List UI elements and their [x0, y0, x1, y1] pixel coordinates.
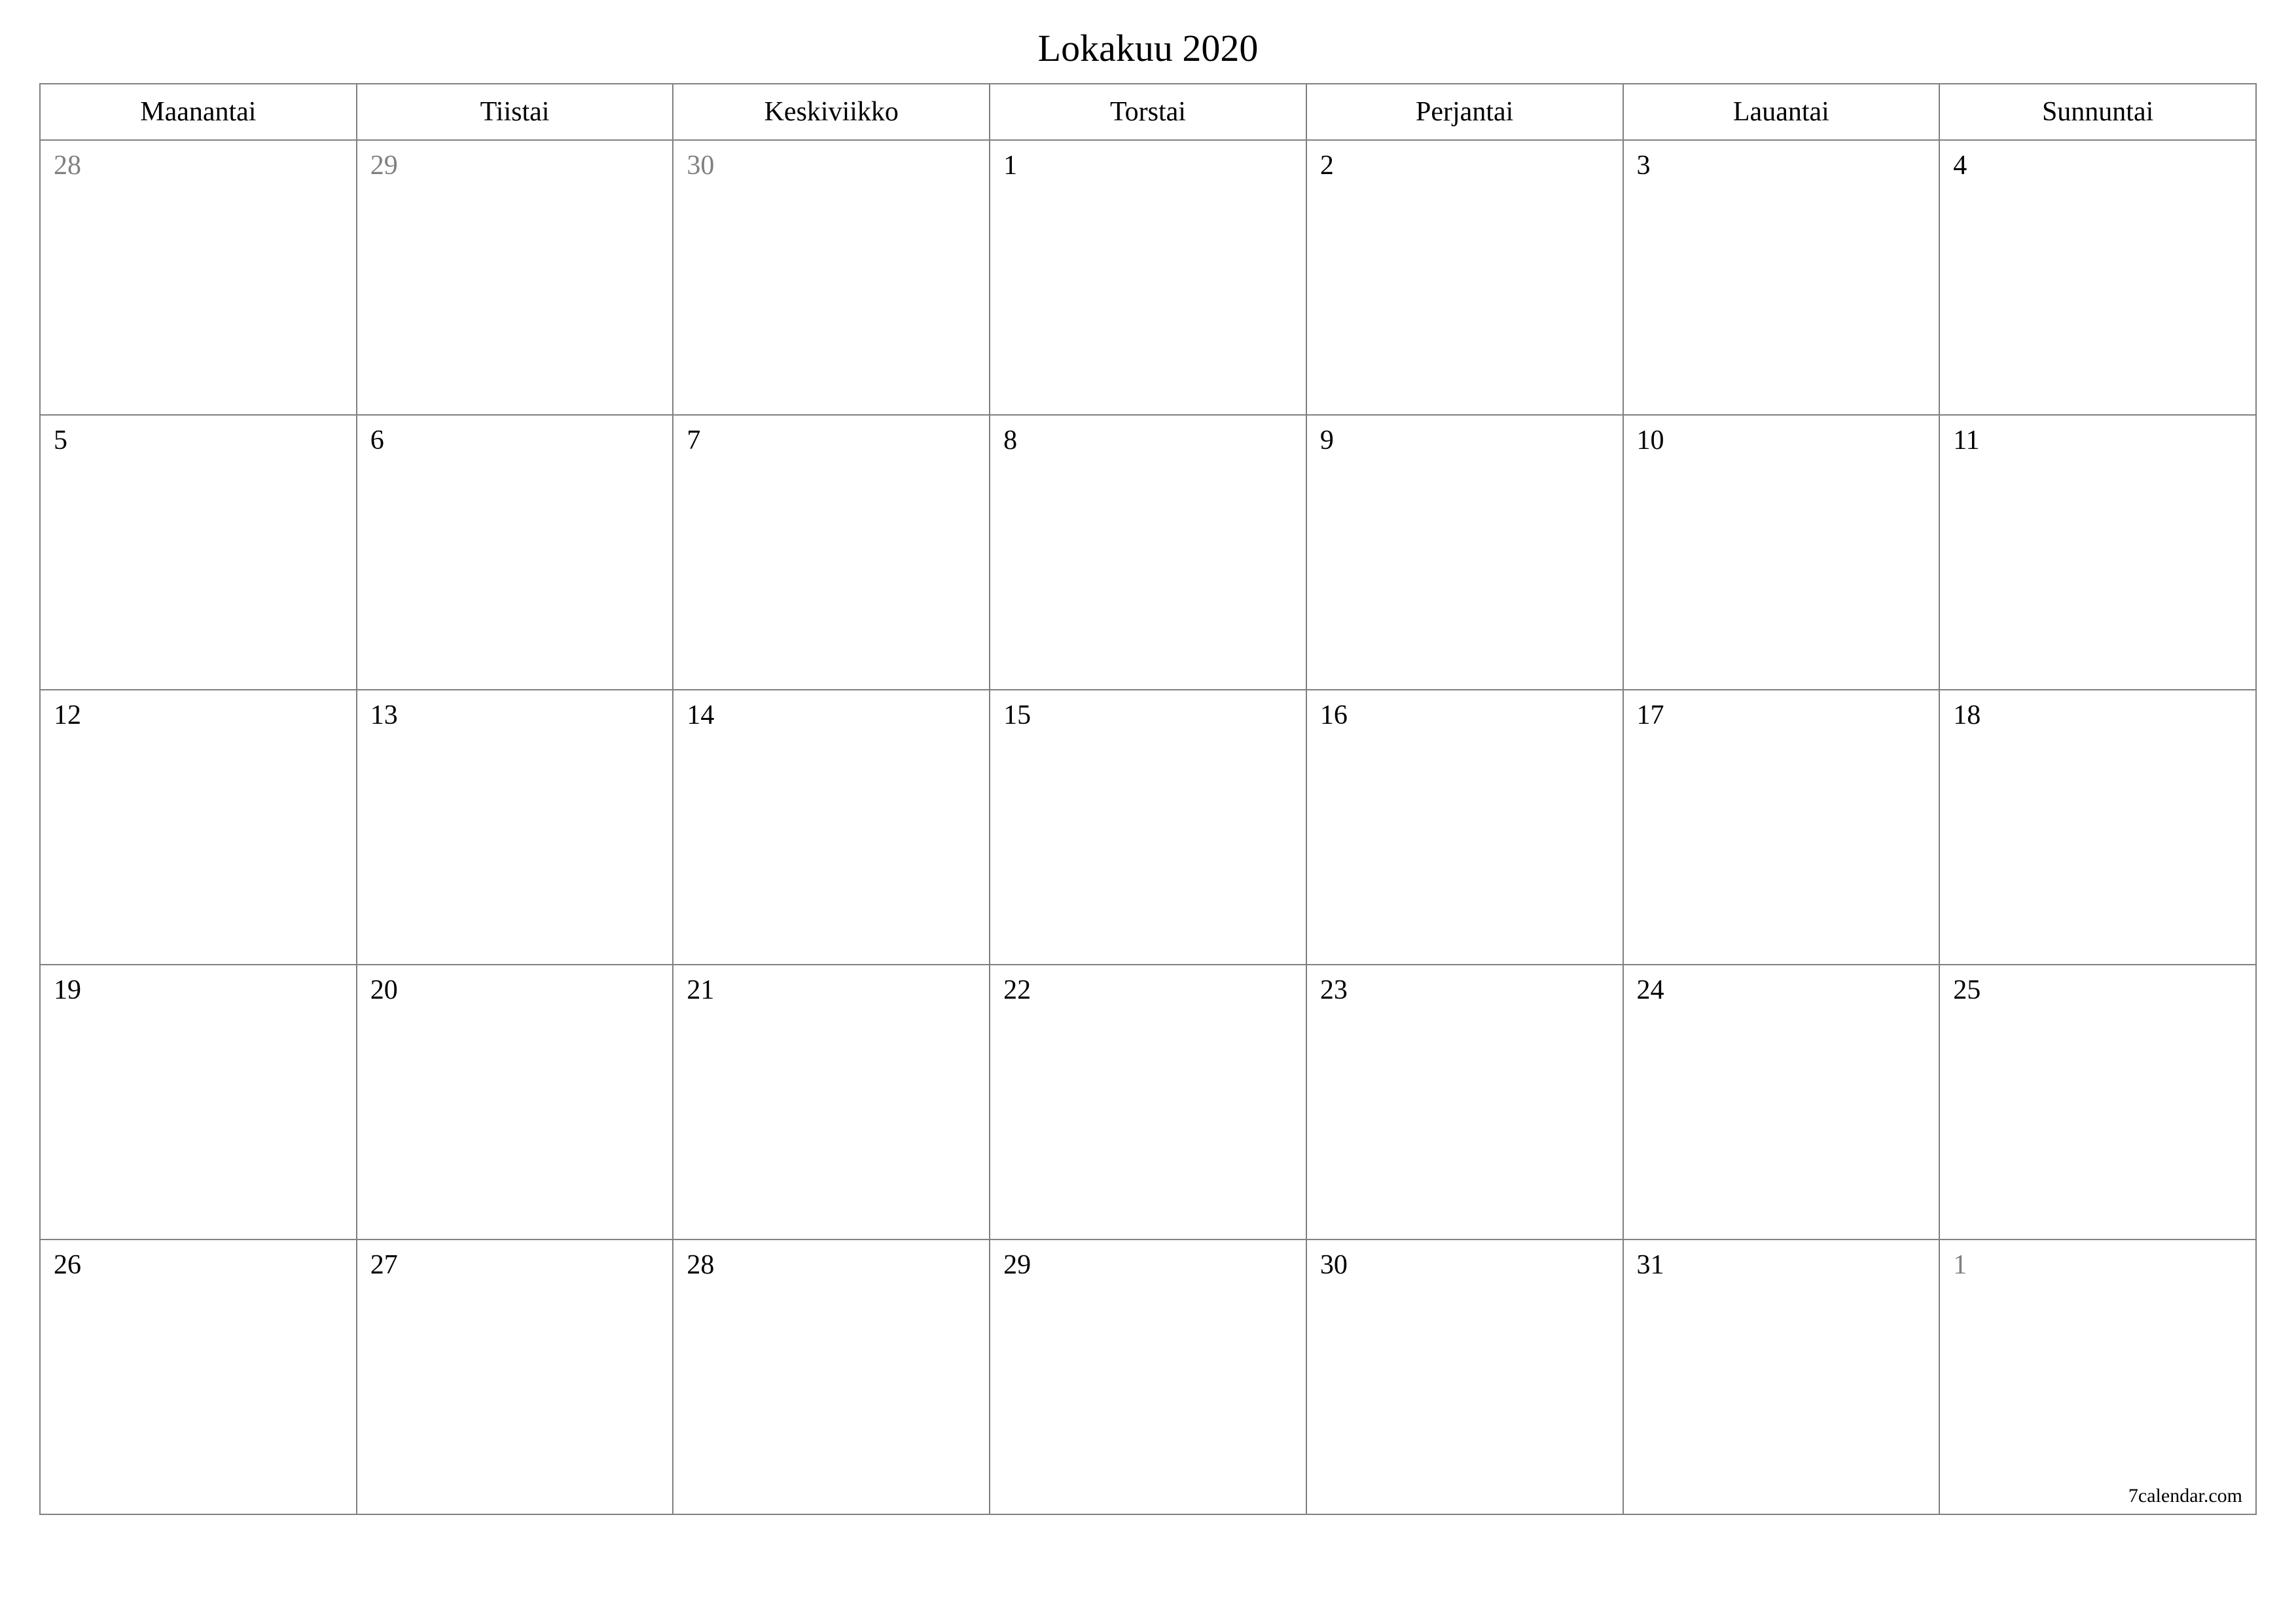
day-cell: 24 — [1623, 965, 1940, 1240]
day-cell: 29 — [990, 1240, 1306, 1514]
weekday-header: Tiistai — [357, 84, 673, 140]
calendar-grid: Maanantai Tiistai Keskiviikko Torstai Pe… — [39, 83, 2257, 1515]
day-cell: 6 — [357, 415, 673, 690]
weekday-header: Lauantai — [1623, 84, 1940, 140]
day-number: 9 — [1320, 425, 1334, 455]
day-cell: 17 — [1623, 690, 1940, 965]
day-cell: 25 — [1939, 965, 2256, 1240]
day-number: 29 — [370, 151, 398, 181]
calendar-row: 5 6 7 8 9 10 11 — [40, 415, 2256, 690]
day-number: 2 — [1320, 151, 1334, 181]
day-number: 30 — [1320, 1250, 1348, 1280]
day-cell: 12 — [40, 690, 357, 965]
day-cell: 27 — [357, 1240, 673, 1514]
calendar-body: 28 29 30 1 2 3 4 5 6 7 8 9 10 11 12 13 1… — [40, 140, 2256, 1514]
day-cell: 14 — [673, 690, 990, 965]
day-cell: 31 — [1623, 1240, 1940, 1514]
day-number: 29 — [1003, 1250, 1031, 1280]
day-cell: 22 — [990, 965, 1306, 1240]
day-number: 11 — [1953, 425, 1979, 455]
day-number: 24 — [1637, 975, 1664, 1005]
day-number: 12 — [54, 700, 81, 730]
day-cell: 16 — [1306, 690, 1623, 965]
day-number: 13 — [370, 700, 398, 730]
weekday-header: Perjantai — [1306, 84, 1623, 140]
day-number: 19 — [54, 975, 81, 1005]
day-number: 23 — [1320, 975, 1348, 1005]
day-number: 16 — [1320, 700, 1348, 730]
day-cell: 18 — [1939, 690, 2256, 965]
day-cell: 4 — [1939, 140, 2256, 415]
day-number: 15 — [1003, 700, 1031, 730]
day-number: 26 — [54, 1250, 81, 1280]
day-number: 25 — [1953, 975, 1981, 1005]
day-cell: 1 7calendar.com — [1939, 1240, 2256, 1514]
day-cell: 8 — [990, 415, 1306, 690]
day-cell: 20 — [357, 965, 673, 1240]
day-cell: 13 — [357, 690, 673, 965]
day-number: 8 — [1003, 425, 1017, 455]
day-number: 1 — [1953, 1250, 1967, 1280]
day-cell: 11 — [1939, 415, 2256, 690]
day-cell: 30 — [673, 140, 990, 415]
day-cell: 9 — [1306, 415, 1623, 690]
day-number: 3 — [1637, 151, 1651, 181]
day-number: 31 — [1637, 1250, 1664, 1280]
day-number: 28 — [687, 1250, 714, 1280]
weekday-header: Keskiviikko — [673, 84, 990, 140]
day-cell: 28 — [673, 1240, 990, 1514]
weekday-header-row: Maanantai Tiistai Keskiviikko Torstai Pe… — [40, 84, 2256, 140]
source-credit: 7calendar.com — [2128, 1485, 2242, 1507]
weekday-header: Maanantai — [40, 84, 357, 140]
day-cell: 23 — [1306, 965, 1623, 1240]
day-cell: 30 — [1306, 1240, 1623, 1514]
day-number: 4 — [1953, 151, 1967, 181]
day-cell: 5 — [40, 415, 357, 690]
weekday-header: Sunnuntai — [1939, 84, 2256, 140]
day-cell: 15 — [990, 690, 1306, 965]
day-number: 7 — [687, 425, 700, 455]
day-cell: 19 — [40, 965, 357, 1240]
day-number: 20 — [370, 975, 398, 1005]
day-number: 21 — [687, 975, 714, 1005]
day-cell: 7 — [673, 415, 990, 690]
day-number: 27 — [370, 1250, 398, 1280]
day-cell: 29 — [357, 140, 673, 415]
calendar-title: Lokakuu 2020 — [39, 26, 2257, 70]
calendar-row: 12 13 14 15 16 17 18 — [40, 690, 2256, 965]
day-number: 17 — [1637, 700, 1664, 730]
calendar-row: 19 20 21 22 23 24 25 — [40, 965, 2256, 1240]
day-cell: 3 — [1623, 140, 1940, 415]
calendar-row: 26 27 28 29 30 31 1 7calendar.com — [40, 1240, 2256, 1514]
day-number: 28 — [54, 151, 81, 181]
day-number: 1 — [1003, 151, 1017, 181]
day-number: 14 — [687, 700, 714, 730]
day-cell: 21 — [673, 965, 990, 1240]
day-number: 30 — [687, 151, 714, 181]
day-number: 5 — [54, 425, 67, 455]
day-cell: 26 — [40, 1240, 357, 1514]
weekday-header: Torstai — [990, 84, 1306, 140]
day-number: 18 — [1953, 700, 1981, 730]
day-cell: 1 — [990, 140, 1306, 415]
day-number: 22 — [1003, 975, 1031, 1005]
calendar-row: 28 29 30 1 2 3 4 — [40, 140, 2256, 415]
day-cell: 2 — [1306, 140, 1623, 415]
day-cell: 28 — [40, 140, 357, 415]
day-number: 6 — [370, 425, 384, 455]
day-number: 10 — [1637, 425, 1664, 455]
day-cell: 10 — [1623, 415, 1940, 690]
